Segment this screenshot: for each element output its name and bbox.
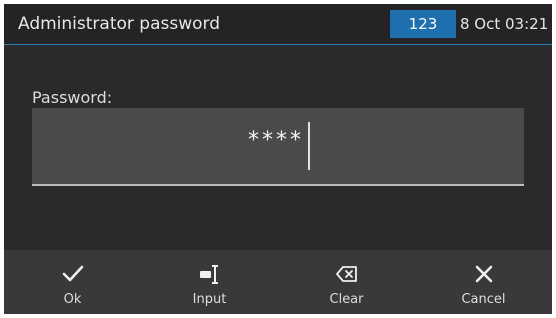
input-label: Input [192,292,227,307]
checkmark-icon [62,265,83,282]
date-time: 8 Oct 03:21 [460,15,549,33]
input-button[interactable]: Input [141,250,278,314]
clear-button[interactable]: Clear [278,250,415,314]
ok-label: Ok [63,292,82,307]
password-masked-value: **** [248,128,304,153]
input-cursor-icon [199,265,218,284]
backspace-icon [335,266,357,282]
page-title: Administrator password [18,14,220,34]
cancel-button[interactable]: Cancel [415,250,552,314]
password-dialog: Administrator password 123 8 Oct 03:21 P… [4,4,552,314]
text-caret [308,122,310,170]
input-mode-badge[interactable]: 123 [390,10,456,38]
cancel-label: Cancel [461,292,506,307]
bottom-toolbar: Ok Input Clear Cancel [4,250,552,314]
clear-label: Clear [329,292,364,307]
ok-button[interactable]: Ok [4,250,141,314]
close-icon [475,265,492,283]
header-bar: Administrator password 123 8 Oct 03:21 [4,4,552,45]
password-label: Password: [32,88,113,107]
password-field[interactable]: **** [32,108,524,186]
